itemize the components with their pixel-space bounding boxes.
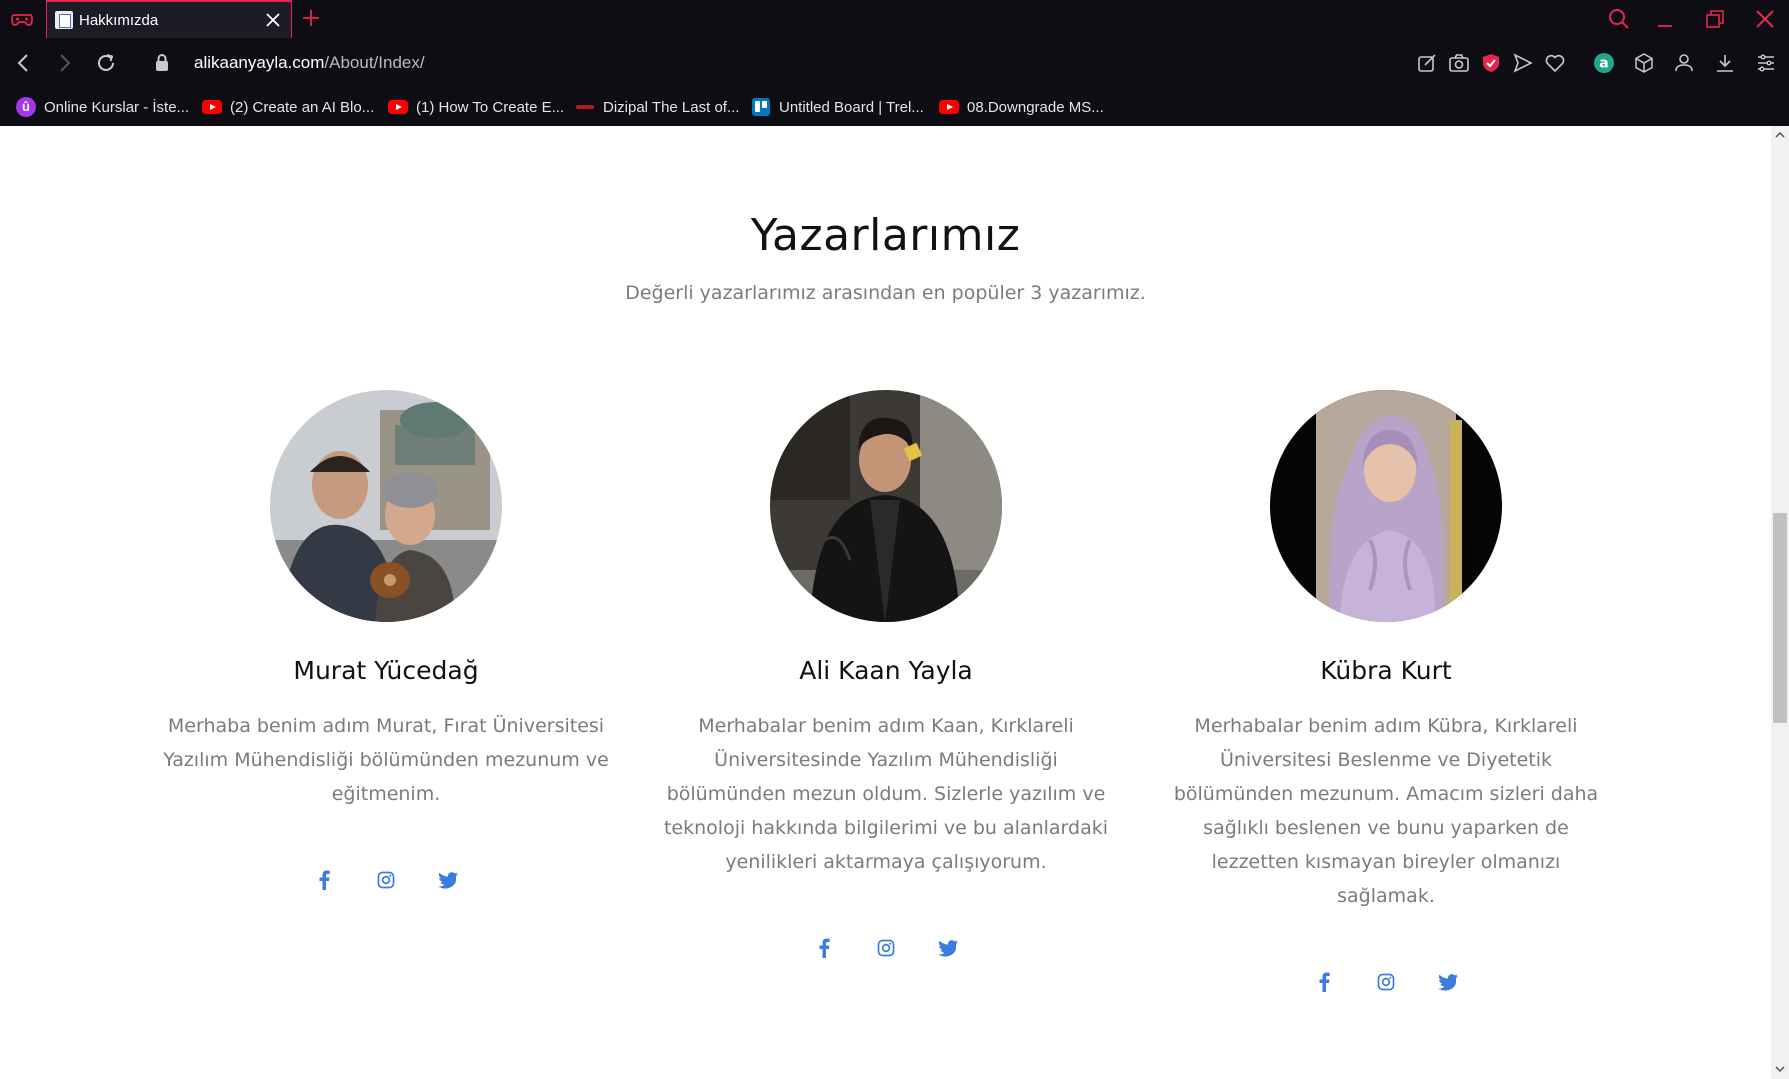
page-icon [55, 11, 73, 29]
social-links [1156, 971, 1616, 993]
gx-controller-icon[interactable] [10, 9, 34, 29]
bookmark-item[interactable]: û Online Kurslar - İste... [16, 96, 189, 118]
section-title: Yazarlarımız [750, 210, 1021, 261]
profile-icon[interactable] [1672, 51, 1696, 75]
author-avatar [270, 390, 502, 622]
restore-icon[interactable] [1702, 6, 1728, 32]
bookmark-item[interactable]: 08.Downgrade MS... [939, 96, 1104, 118]
youtube-icon [939, 97, 959, 117]
edit-icon[interactable] [1415, 51, 1439, 75]
author-name: Kübra Kurt [1320, 656, 1452, 685]
bookmarks-bar: û Online Kurslar - İste... (2) Create an… [0, 88, 1789, 126]
bookmark-item[interactable]: (1) How To Create E... [388, 96, 564, 118]
cube-icon[interactable] [1632, 51, 1656, 75]
man-leather-jacket-photo [770, 390, 1002, 622]
scroll-thumb[interactable] [1773, 513, 1787, 723]
close-icon[interactable] [265, 12, 281, 28]
search-icon[interactable] [1606, 6, 1632, 32]
facebook-icon[interactable] [1313, 971, 1335, 993]
back-icon[interactable] [12, 51, 36, 75]
social-links [656, 937, 1116, 959]
instagram-icon[interactable] [875, 937, 897, 959]
author-card: Murat Yücedağ Merhaba benim adım Murat, … [156, 390, 616, 891]
facebook-icon[interactable] [313, 869, 335, 891]
amazon-assistant-icon[interactable]: a [1592, 51, 1616, 75]
new-tab-icon[interactable] [300, 7, 322, 29]
author-bio: Merhaba benim adım Murat, Fırat Üniversi… [163, 715, 609, 805]
url-host: alikaanyayla.com [194, 53, 325, 72]
bookmark-label: Dizipal The Last of... [603, 98, 740, 116]
dizipal-icon [575, 97, 595, 117]
reload-icon[interactable] [94, 51, 118, 75]
close-window-icon[interactable] [1752, 6, 1778, 32]
bookmark-label: (1) How To Create E... [416, 98, 565, 116]
facebook-icon[interactable] [813, 937, 835, 959]
author-bio: Merhabalar benim adım Kübra, Kırklareli … [1173, 715, 1599, 907]
twitter-icon[interactable] [937, 937, 959, 959]
section-subtitle: Değerli yazarlarımız arasından en popüle… [625, 282, 1146, 304]
svg-text:a: a [1599, 56, 1608, 72]
author-bio: Merhabalar benim adım Kaan, Kırklareli Ü… [663, 715, 1108, 873]
send-icon[interactable] [1511, 51, 1535, 75]
easy-setup-icon[interactable] [1754, 51, 1778, 75]
bookmark-label: Online Kurslar - İste... [44, 98, 190, 116]
youtube-icon [202, 97, 222, 117]
download-icon[interactable] [1713, 51, 1737, 75]
page-content: Yazarlarımız Değerli yazarlarımız arasın… [0, 126, 1771, 1079]
bookmark-item[interactable]: Dizipal The Last of... [575, 96, 739, 118]
author-avatar [770, 390, 1002, 622]
bookmark-label: 08.Downgrade MS... [967, 98, 1104, 116]
bookmark-item[interactable]: (2) Create an AI Blo... [202, 96, 374, 118]
author-card: Ali Kaan Yayla Merhabalar benim adım Kaa… [656, 390, 1116, 959]
url-field[interactable]: alikaanyayla.com/About/Index/ [194, 53, 425, 73]
instagram-icon[interactable] [1375, 971, 1397, 993]
couple-photo [270, 390, 502, 622]
woman-hijab-photo [1270, 390, 1502, 622]
lock-icon[interactable] [153, 53, 171, 73]
trello-icon [751, 97, 771, 117]
heart-icon[interactable] [1543, 51, 1567, 75]
adblock-shield-icon[interactable] [1479, 51, 1503, 75]
bookmark-item[interactable]: Untitled Board | Trel... [751, 96, 924, 118]
author-name: Ali Kaan Yayla [799, 656, 973, 685]
bookmark-label: (2) Create an AI Blo... [230, 98, 375, 116]
author-name: Murat Yücedağ [293, 656, 479, 685]
author-avatar [1270, 390, 1502, 622]
minimize-icon[interactable] [1652, 6, 1678, 32]
address-bar: alikaanyayla.com/About/Index/ a [0, 38, 1789, 88]
scroll-up-icon[interactable] [1775, 130, 1785, 140]
social-links [156, 869, 616, 891]
camera-icon[interactable] [1447, 51, 1471, 75]
page-scrollbar[interactable] [1771, 126, 1789, 1079]
twitter-icon[interactable] [437, 869, 459, 891]
active-tab[interactable]: Hakkımızda [46, 0, 292, 38]
scroll-down-icon[interactable] [1775, 1064, 1785, 1074]
bookmark-label: Untitled Board | Trel... [779, 98, 924, 116]
udemy-icon: û [16, 97, 36, 117]
author-card: Kübra Kurt Merhabalar benim adım Kübra, … [1156, 390, 1616, 993]
url-path: /About/Index/ [324, 53, 425, 72]
twitter-icon[interactable] [1437, 971, 1459, 993]
forward-icon[interactable] [52, 51, 76, 75]
instagram-icon[interactable] [375, 869, 397, 891]
tab-title: Hakkımızda [79, 11, 159, 29]
youtube-icon [388, 97, 408, 117]
tab-bar: Hakkımızda [0, 0, 1789, 38]
